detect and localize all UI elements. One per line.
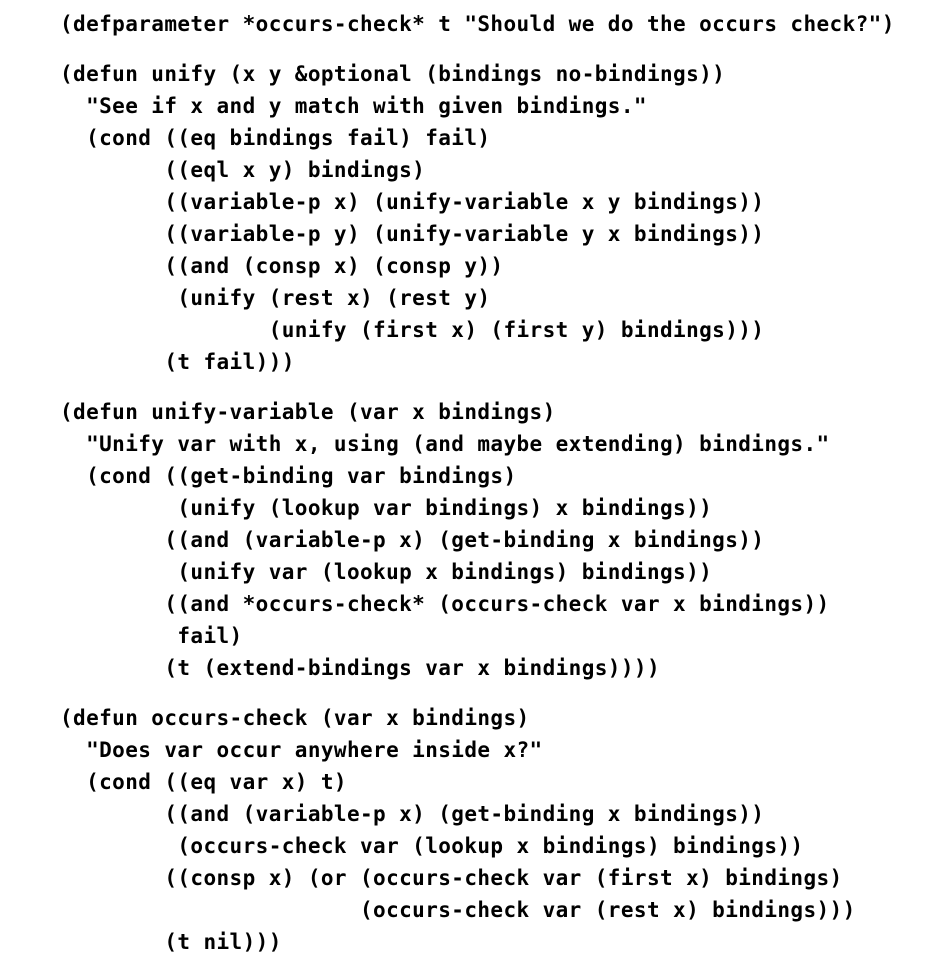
code-line: (t fail))) (60, 350, 295, 374)
code-line: (cond ((eq bindings fail) fail) (60, 126, 491, 150)
code-line: (unify (lookup var bindings) x bindings)… (60, 496, 713, 520)
code-line: ((and *occurs-check* (occurs-check var x… (60, 592, 830, 616)
code-line: (defun unify (x y &optional (bindings no… (60, 62, 726, 86)
code-line: ((eql x y) bindings) (60, 158, 426, 182)
code-line: "Does var occur anywhere inside x?" (60, 738, 543, 762)
code-line: fail) (60, 624, 243, 648)
code-line: (cond ((eq var x) t) (60, 770, 347, 794)
code-line: (defun occurs-check (var x bindings) (60, 706, 530, 730)
code-line: (t (extend-bindings var x bindings)))) (60, 656, 660, 680)
code-line: ((and (variable-p x) (get-binding x bind… (60, 802, 765, 826)
code-line: (defun unify-variable (var x bindings) (60, 400, 556, 424)
code-line: ((variable-p y) (unify-variable y x bind… (60, 222, 765, 246)
code-line: "Unify var with x, using (and maybe exte… (60, 432, 830, 456)
code-line: (defparameter *occurs-check* t "Should w… (60, 12, 895, 36)
code-line: (unify var (lookup x bindings) bindings)… (60, 560, 713, 584)
code-line: (cond ((get-binding var bindings) (60, 464, 517, 488)
code-line: (occurs-check var (rest x) bindings))) (60, 898, 856, 922)
code-line: (unify (rest x) (rest y) (60, 286, 491, 310)
code-line: (unify (first x) (first y) bindings))) (60, 318, 765, 342)
code-line: (t nil))) (60, 930, 282, 954)
code-line: ((consp x) (or (occurs-check var (first … (60, 866, 843, 890)
code-line: (occurs-check var (lookup x bindings) bi… (60, 834, 804, 858)
code-line: ((and (consp x) (consp y)) (60, 254, 504, 278)
code-listing: (defparameter *occurs-check* t "Should w… (0, 0, 941, 965)
code-line: ((and (variable-p x) (get-binding x bind… (60, 528, 765, 552)
code-line: ((variable-p x) (unify-variable x y bind… (60, 190, 765, 214)
code-line: "See if x and y match with given binding… (60, 94, 647, 118)
